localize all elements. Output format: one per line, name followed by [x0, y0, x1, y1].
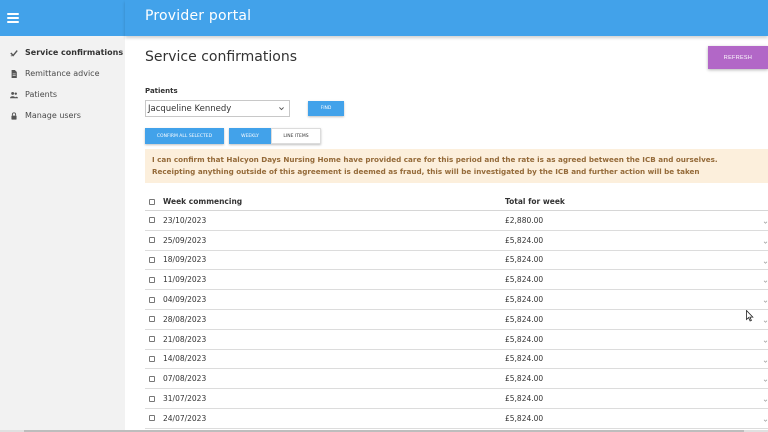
chevron-down-icon[interactable] [763, 416, 768, 422]
document-icon [9, 69, 19, 79]
confirm-all-selected-button[interactable]: CONFIRM ALL SELECTED [145, 128, 224, 144]
check-icon [9, 48, 19, 58]
chevron-down-icon[interactable] [763, 317, 768, 323]
fraud-warning-banner: I can confirm that Halcyon Days Nursing … [145, 149, 768, 183]
chevron-down-icon[interactable] [763, 218, 768, 224]
patient-select[interactable]: Jacqueline Kennedy [145, 100, 290, 117]
table-row[interactable]: 11/09/2023 £5,824.00 [145, 270, 768, 291]
table-row[interactable]: 18/09/2023 £5,824.00 [145, 251, 768, 271]
week-cell: 11/09/2023 [163, 275, 207, 285]
app-title: Provider portal [145, 8, 252, 24]
week-cell: 28/08/2023 [163, 314, 207, 324]
sidebar-header [0, 0, 125, 36]
total-cell: £5,824.00 [505, 295, 544, 305]
row-checkbox[interactable] [149, 395, 155, 402]
total-cell: £5,824.00 [505, 374, 544, 384]
total-cell: £5,824.00 [505, 314, 544, 324]
lock-icon [9, 111, 19, 121]
week-cell: 24/07/2023 [163, 413, 207, 423]
table-row[interactable]: 23/10/2023 £2,880.00 [145, 211, 768, 231]
total-cell: £5,824.00 [505, 354, 544, 364]
tab-line-items[interactable]: LINE ITEMS [271, 128, 321, 144]
sidebar-item-remittance-advice[interactable]: Remittance advice [0, 63, 125, 84]
top-bar: Provider portal [125, 0, 768, 36]
tab-weekly[interactable]: WEEKLY [229, 128, 271, 144]
page-title: Service confirmations [145, 49, 297, 65]
row-checkbox[interactable] [149, 316, 155, 323]
sidebar-item-label: Patients [25, 90, 58, 99]
select-all-checkbox[interactable] [149, 198, 155, 205]
total-cell: £5,824.00 [505, 235, 544, 245]
table-row[interactable]: 28/08/2023 £5,824.00 [145, 310, 768, 330]
table-row[interactable]: 31/07/2023 £5,824.00 [145, 389, 768, 409]
sidebar-nav: Service confirmations Remittance advice … [0, 42, 125, 126]
table-row[interactable]: 21/08/2023 £5,824.00 [145, 330, 768, 350]
sidebar-item-label: Remittance advice [25, 69, 100, 78]
table-row[interactable]: 04/09/2023 £5,824.00 [145, 290, 768, 310]
total-header: Total for week [505, 197, 565, 206]
table-row[interactable]: 24/07/2023 £5,824.00 [145, 409, 768, 429]
find-button[interactable]: FIND [308, 101, 344, 116]
row-checkbox[interactable] [149, 217, 155, 224]
sidebar-item-manage-users[interactable]: Manage users [0, 105, 125, 126]
week-cell: 07/08/2023 [163, 374, 207, 384]
hamburger-menu-icon[interactable] [7, 13, 19, 23]
week-cell: 04/09/2023 [163, 295, 207, 305]
week-cell: 25/09/2023 [163, 235, 207, 245]
refresh-button[interactable]: REFRESH [708, 46, 768, 69]
table-body: 23/10/2023 £2,880.00 25/09/2023 £5,824.00 18… [145, 211, 768, 429]
view-toggle: WEEKLY LINE ITEMS [229, 128, 321, 144]
row-checkbox[interactable] [149, 375, 155, 382]
week-cell: 18/09/2023 [163, 255, 207, 265]
total-cell: £5,824.00 [505, 255, 544, 265]
row-checkbox[interactable] [149, 415, 155, 422]
total-cell: £2,880.00 [505, 215, 544, 225]
row-checkbox[interactable] [149, 256, 155, 263]
chevron-down-icon[interactable] [763, 258, 768, 264]
row-checkbox[interactable] [149, 237, 155, 244]
row-checkbox[interactable] [149, 276, 155, 283]
mouse-cursor-icon [746, 310, 754, 322]
total-cell: £5,824.00 [505, 275, 544, 285]
patients-label: Patients [145, 87, 178, 95]
week-cell: 14/08/2023 [163, 354, 207, 364]
table-header: Week commencing Total for week [145, 193, 768, 211]
chevron-down-icon[interactable] [763, 376, 768, 383]
table-row[interactable]: 07/08/2023 £5,824.00 [145, 369, 768, 390]
week-cell: 31/07/2023 [163, 394, 207, 404]
week-header: Week commencing [163, 197, 243, 206]
chevron-down-icon[interactable] [763, 297, 768, 303]
weekly-table: Week commencing Total for week 23/10/202… [145, 193, 768, 429]
week-cell: 21/08/2023 [163, 334, 207, 344]
chevron-down-icon[interactable] [763, 277, 768, 284]
sidebar-item-patients[interactable]: Patients [0, 84, 125, 105]
patient-select-value: Jacqueline Kennedy [148, 103, 232, 114]
table-row[interactable]: 14/08/2023 £5,824.00 [145, 350, 768, 370]
main-content: Service confirmations REFRESH Patients J… [125, 36, 768, 432]
total-cell: £5,824.00 [505, 394, 544, 404]
week-cell: 23/10/2023 [163, 215, 207, 225]
people-icon [9, 90, 19, 100]
total-cell: £5,824.00 [505, 413, 544, 423]
sidebar: Service confirmations Remittance advice … [0, 0, 125, 432]
chevron-down-icon[interactable] [763, 357, 768, 363]
chevron-down-icon[interactable] [763, 238, 768, 244]
sidebar-item-label: Manage users [25, 111, 81, 120]
sidebar-item-service-confirmations[interactable]: Service confirmations [0, 42, 125, 63]
row-checkbox[interactable] [149, 336, 155, 343]
chevron-down-icon[interactable] [763, 396, 768, 402]
chevron-down-icon[interactable] [763, 337, 768, 343]
table-row[interactable]: 25/09/2023 £5,824.00 [145, 231, 768, 251]
row-checkbox[interactable] [149, 355, 155, 362]
total-cell: £5,824.00 [505, 334, 544, 344]
chevron-down-icon [278, 105, 285, 112]
row-checkbox[interactable] [149, 296, 155, 303]
sidebar-item-label: Service confirmations [25, 48, 124, 57]
